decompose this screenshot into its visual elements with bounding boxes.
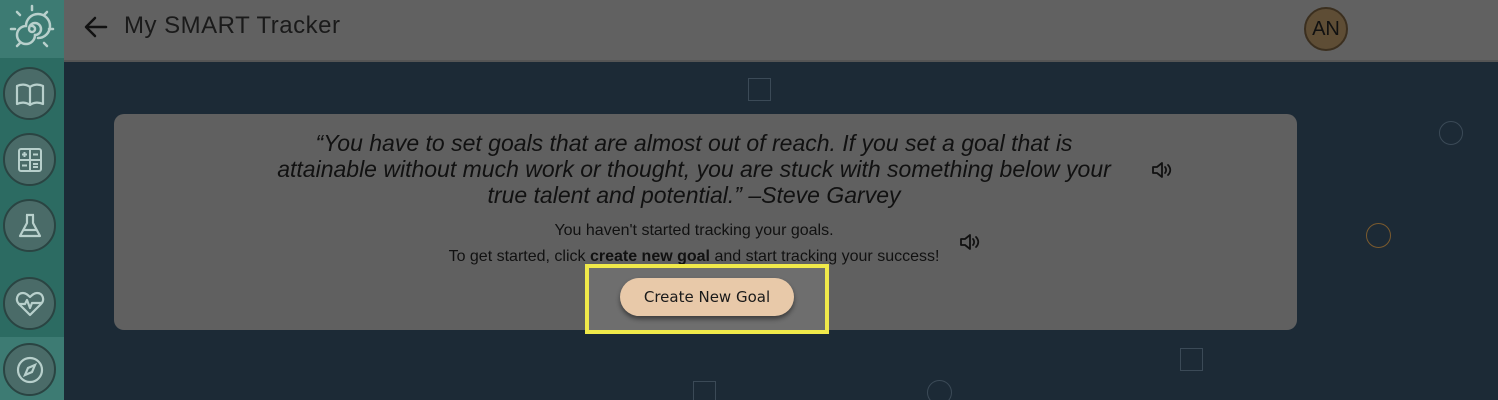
decor-square bbox=[693, 381, 716, 400]
calculator-icon bbox=[17, 147, 42, 172]
back-button[interactable] bbox=[82, 13, 110, 41]
sidebar-item-science[interactable] bbox=[3, 199, 56, 252]
arrow-left-icon bbox=[84, 16, 108, 38]
info-text: To get started, click bbox=[448, 248, 590, 265]
decor-circle bbox=[1439, 121, 1463, 145]
top-header: My SMART Tracker AN bbox=[64, 0, 1498, 62]
flask-icon bbox=[18, 213, 41, 237]
spiral-logo-icon bbox=[9, 4, 55, 48]
avatar[interactable]: AN bbox=[1304, 7, 1348, 51]
info-text: and start tracking your success! bbox=[710, 248, 940, 265]
create-new-goal-button[interactable]: Create New Goal bbox=[620, 278, 794, 316]
page-title: My SMART Tracker bbox=[124, 12, 341, 39]
compass-icon bbox=[16, 356, 43, 383]
heart-pulse-icon bbox=[15, 291, 44, 316]
info-read-aloud-button[interactable] bbox=[958, 230, 982, 254]
info-emphasis: create new goal bbox=[589, 248, 710, 265]
sidebar-item-health[interactable] bbox=[3, 277, 56, 330]
sidebar-item-reading[interactable] bbox=[3, 67, 56, 120]
book-icon bbox=[15, 83, 44, 106]
quote-read-aloud-button[interactable] bbox=[1150, 158, 1174, 182]
sidebar-item-math[interactable] bbox=[3, 133, 56, 186]
motivational-quote: “You have to set goals that are almost o… bbox=[277, 130, 1111, 208]
decor-square bbox=[748, 78, 771, 101]
app-logo[interactable] bbox=[0, 0, 64, 58]
speaker-icon bbox=[1152, 162, 1172, 178]
speaker-icon bbox=[960, 234, 980, 250]
decor-circle bbox=[927, 380, 952, 400]
sidebar bbox=[0, 0, 64, 400]
decor-square bbox=[1180, 348, 1203, 371]
sidebar-item-explore[interactable] bbox=[3, 343, 56, 396]
decor-circle bbox=[1366, 223, 1391, 248]
